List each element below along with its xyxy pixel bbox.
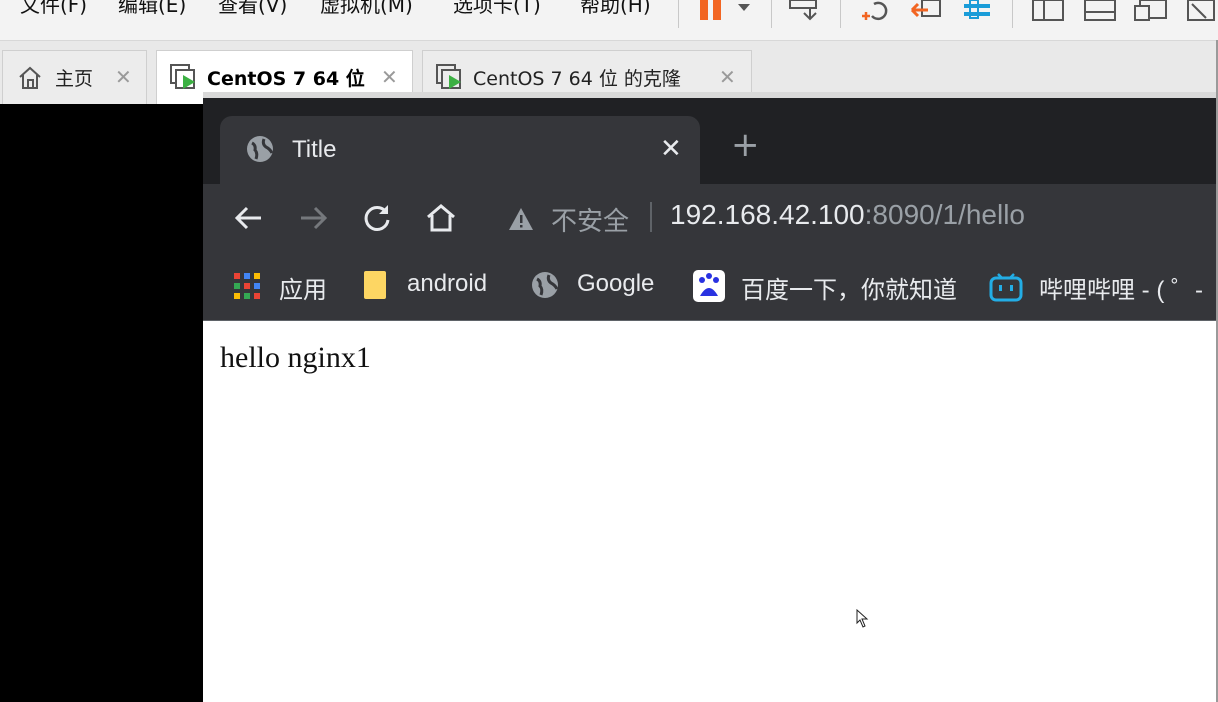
chrome-tab-title: Title (292, 136, 337, 163)
bookmark-label: 应用 (279, 277, 327, 304)
omnibox-divider (650, 202, 652, 232)
sidebar-view-icon[interactable] (1032, 0, 1066, 22)
baidu-icon (693, 270, 725, 302)
pause-icon[interactable] (698, 0, 758, 22)
menu-file[interactable]: 文件(F) (20, 0, 87, 18)
warning-icon[interactable] (507, 206, 535, 232)
toolbar-separator (771, 0, 772, 28)
toolbar-separator (678, 0, 679, 28)
folder-icon (364, 271, 386, 299)
menu-view[interactable]: 查看(V) (218, 0, 287, 18)
close-icon[interactable]: ✕ (115, 65, 132, 89)
back-arrow-icon[interactable] (233, 202, 265, 234)
menu-tabs[interactable]: 选项卡(T) (453, 0, 541, 18)
unity-icon[interactable] (1184, 0, 1218, 22)
reload-icon[interactable] (361, 202, 393, 234)
bookmark-label: Google (577, 270, 655, 297)
toolbar-separator (1012, 0, 1013, 28)
bookmark-label: 哔哩哔哩 - ( ゜- (1039, 277, 1203, 304)
page-body-text: hello nginx1 (220, 341, 371, 374)
chrome-tab[interactable]: Title ✕ (220, 116, 700, 184)
bookmark-label: 百度一下，你就知道 (741, 277, 957, 304)
bookmark-baidu[interactable]: 百度一下，你就知道 (693, 268, 973, 304)
bookmark-android[interactable]: android (363, 268, 503, 304)
snapshot-icon[interactable] (856, 0, 892, 22)
vmtab-home[interactable]: 主页 ✕ (2, 50, 147, 104)
mouse-cursor-icon (856, 609, 869, 628)
vm-console-black-area[interactable] (0, 104, 203, 702)
close-icon[interactable]: ✕ (719, 65, 736, 89)
chrome-window: Title ✕ + 不安全 192.168.42.100:8090/1/hell… (203, 98, 1218, 702)
close-icon[interactable]: ✕ (660, 134, 682, 164)
thumbnail-view-icon[interactable] (1084, 0, 1118, 22)
chrome-tabstrip: Title ✕ + (203, 98, 1218, 184)
globe-icon (247, 136, 274, 162)
close-icon[interactable]: ✕ (381, 65, 398, 89)
menu-vm[interactable]: 虚拟机(M) (320, 0, 413, 18)
vmware-menubar: 文件(F) 编辑(E) 查看(V) 虚拟机(M) 选项卡(T) 帮助(H) (0, 0, 1218, 41)
home-icon (19, 66, 41, 89)
globe-icon (532, 272, 559, 298)
bookmark-google[interactable]: Google (531, 268, 671, 304)
forward-arrow-icon[interactable] (297, 202, 329, 234)
fullscreen-icon[interactable] (1134, 0, 1170, 22)
bookmark-apps[interactable]: 应用 (233, 268, 333, 304)
not-secure-label[interactable]: 不安全 (551, 201, 629, 238)
url-host: 192.168.42.100 (670, 199, 865, 230)
vmtab-label: 主页 (55, 68, 94, 90)
url-path: :8090/1/hello (864, 199, 1025, 230)
vmtab-label: CentOS 7 64 位 的克隆 (473, 68, 681, 90)
bookmark-label: android (407, 270, 488, 297)
home-icon[interactable] (425, 202, 457, 234)
snapshot-manager-icon[interactable] (962, 0, 998, 22)
address-bar[interactable]: 192.168.42.100:8090/1/hello (670, 199, 1025, 231)
revert-snapshot-icon[interactable] (908, 0, 944, 22)
vmtab-label: CentOS 7 64 位 (207, 68, 365, 90)
new-tab-button[interactable]: + (731, 128, 760, 162)
vm-running-icon (436, 64, 461, 89)
send-keys-icon[interactable] (788, 0, 824, 24)
vm-running-icon (170, 64, 195, 89)
apps-grid-icon (234, 273, 260, 299)
menu-edit[interactable]: 编辑(E) (118, 0, 186, 18)
bookmarks-bar: 应用 android Google 百度一下，你就知道 哔哩哔哩 - (゜- (203, 254, 1218, 320)
bookmark-bilibili[interactable]: 哔哩哔哩 - ( ゜- (989, 268, 1218, 304)
page-content: hello nginx1 (203, 320, 1218, 702)
menu-help[interactable]: 帮助(H) (580, 0, 651, 18)
chrome-toolbar: 不安全 192.168.42.100:8090/1/hello (203, 184, 1218, 254)
bilibili-icon (989, 273, 1023, 302)
toolbar-separator (840, 0, 841, 28)
